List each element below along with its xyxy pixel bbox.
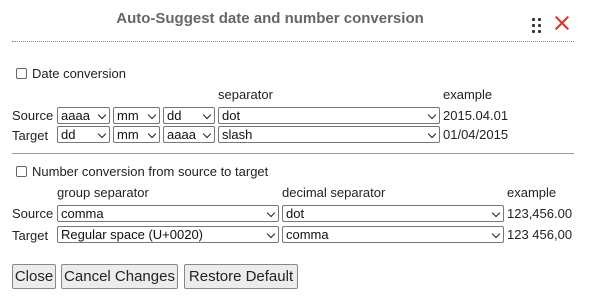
number-group-header: group separator xyxy=(57,185,149,200)
section-divider xyxy=(12,153,574,154)
date-conversion-checkbox[interactable] xyxy=(16,68,27,79)
chevron-down-icon xyxy=(99,131,106,138)
close-icon[interactable] xyxy=(553,14,571,32)
number-target-example: 123 456,00 xyxy=(507,227,573,242)
chevron-down-icon xyxy=(204,131,211,138)
date-source-part3-select[interactable]: dd xyxy=(163,107,215,124)
date-source-part1-select[interactable]: aaaa xyxy=(57,107,110,124)
chevron-down-icon xyxy=(268,231,275,238)
chevron-down-icon xyxy=(268,210,275,217)
date-target-label: Target xyxy=(12,128,49,143)
date-target-part2-select[interactable]: mm xyxy=(113,126,160,143)
chevron-down-icon xyxy=(204,112,211,119)
number-source-group-select[interactable]: comma xyxy=(57,205,279,222)
date-target-separator-select[interactable]: slash xyxy=(218,126,440,143)
date-conversion-label: Date conversion xyxy=(32,66,126,81)
chevron-down-icon xyxy=(149,131,156,138)
number-example-header: example xyxy=(507,185,557,200)
chevron-down-icon xyxy=(99,112,106,119)
restore-default-button[interactable]: Restore Default xyxy=(184,264,298,289)
date-example-header: example xyxy=(443,87,493,102)
number-source-label: Source xyxy=(12,206,54,221)
date-source-separator-select[interactable]: dot xyxy=(218,107,440,124)
number-source-decimal-select[interactable]: dot xyxy=(282,205,504,222)
chevron-down-icon xyxy=(429,112,436,119)
close-button[interactable]: Close xyxy=(12,264,56,289)
date-source-label: Source xyxy=(12,108,54,123)
number-target-label: Target xyxy=(12,228,49,243)
dialog-title: Auto-Suggest date and number conversion xyxy=(116,10,424,27)
chevron-down-icon xyxy=(493,210,500,217)
number-conversion-checkbox[interactable] xyxy=(16,166,27,177)
chevron-down-icon xyxy=(149,112,156,119)
date-target-example: 01/04/2015 xyxy=(443,127,509,142)
date-target-part3-select[interactable]: aaaa xyxy=(163,126,215,143)
date-separator-header: separator xyxy=(218,87,273,102)
drag-handle-icon[interactable] xyxy=(531,17,543,35)
date-target-part1-select[interactable]: dd xyxy=(57,126,110,143)
number-conversion-label: Number conversion from source to target xyxy=(32,164,269,179)
cancel-changes-button[interactable]: Cancel Changes xyxy=(61,264,178,289)
number-target-decimal-select[interactable]: comma xyxy=(282,226,504,243)
number-source-example: 123,456.00 xyxy=(507,206,573,221)
chevron-down-icon xyxy=(493,231,500,238)
header-divider xyxy=(12,41,574,42)
number-target-group-select[interactable]: Regular space (U+0020) xyxy=(57,226,279,243)
number-decimal-header: decimal separator xyxy=(282,185,386,200)
chevron-down-icon xyxy=(429,131,436,138)
date-source-example: 2015.04.01 xyxy=(443,108,509,123)
date-source-part2-select[interactable]: mm xyxy=(113,107,160,124)
